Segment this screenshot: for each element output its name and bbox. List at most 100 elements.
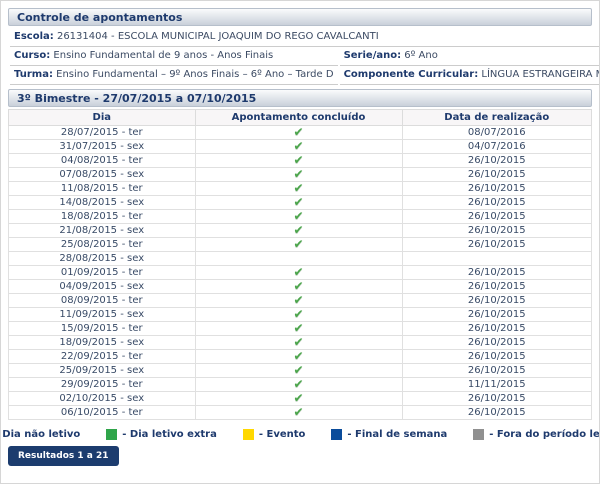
- turma-cell: Turma: Ensino Fundamental – 9º Anos Fina…: [10, 66, 338, 85]
- legend: - Dia não letivo - Dia letivo extra - Ev…: [8, 426, 592, 442]
- table-row: 18/08/2015 - ter ✔ 26/10/2015: [9, 210, 592, 224]
- table-row: 01/09/2015 - ter ✔ 26/10/2015: [9, 266, 592, 280]
- apontamento-concluido-cell: ✔: [195, 308, 402, 322]
- dia-cell: 11/09/2015 - sex: [9, 308, 196, 322]
- data-realizacao-cell: 11/11/2015: [402, 378, 592, 392]
- table-row: 08/09/2015 - ter ✔ 26/10/2015: [9, 294, 592, 308]
- apontamento-concluido-cell: ✔: [195, 196, 402, 210]
- legend-color-swatch-icon: [243, 429, 254, 440]
- apontamento-concluido-cell: ✔: [195, 266, 402, 280]
- apontamento-concluido-cell: ✔: [195, 140, 402, 154]
- table-row: 14/08/2015 - sex ✔ 26/10/2015: [9, 196, 592, 210]
- check-icon: ✔: [293, 279, 303, 293]
- data-realizacao-cell: 26/10/2015: [402, 154, 592, 168]
- column-header-apontamento-concluido: Apontamento concluído: [195, 110, 402, 126]
- results-count-badge: Resultados 1 a 21: [8, 446, 119, 466]
- apontamento-concluido-cell: ✔: [195, 168, 402, 182]
- dia-cell: 06/10/2015 - ter: [9, 406, 196, 420]
- apontamento-concluido-cell: ✔: [195, 378, 402, 392]
- dia-cell: 04/09/2015 - sex: [9, 280, 196, 294]
- info-table: Escola: 26131404 - ESCOLA MUNICIPAL JOAQ…: [8, 28, 600, 85]
- data-realizacao-cell: 26/10/2015: [402, 168, 592, 182]
- apontamento-concluido-cell: ✔: [195, 364, 402, 378]
- apontamento-concluido-cell: ✔: [195, 294, 402, 308]
- check-icon: ✔: [293, 391, 303, 405]
- data-realizacao-cell: 26/10/2015: [402, 350, 592, 364]
- apontamento-concluido-cell: ✔: [195, 182, 402, 196]
- check-icon: ✔: [293, 307, 303, 321]
- legend-item-label: - Final de semana: [347, 429, 447, 440]
- dia-cell: 28/08/2015 - sex: [9, 252, 196, 266]
- column-header-data-realizacao: Data de realização: [402, 110, 592, 126]
- legend-item-label: - Evento: [259, 429, 306, 440]
- check-icon: ✔: [293, 377, 303, 391]
- dia-cell: 15/09/2015 - ter: [9, 322, 196, 336]
- apontamento-concluido-cell: ✔: [195, 210, 402, 224]
- check-icon: ✔: [293, 153, 303, 167]
- data-realizacao-cell: 26/10/2015: [402, 210, 592, 224]
- bimestre-header: 3º Bimestre - 27/07/2015 a 07/10/2015: [8, 89, 592, 107]
- apontamentos-table-body: 28/07/2015 - ter ✔ 08/07/2016 31/07/2015…: [9, 126, 592, 420]
- page-title: Controle de apontamentos: [8, 8, 592, 26]
- check-icon: ✔: [293, 209, 303, 223]
- table-row: 21/08/2015 - sex ✔ 26/10/2015: [9, 224, 592, 238]
- check-icon: ✔: [293, 363, 303, 377]
- column-header-dia: Dia: [9, 110, 196, 126]
- apontamento-concluido-cell: ✔: [195, 406, 402, 420]
- legend-color-swatch-icon: [106, 429, 117, 440]
- check-icon: ✔: [293, 321, 303, 335]
- check-icon: ✔: [293, 181, 303, 195]
- dia-cell: 25/09/2015 - sex: [9, 364, 196, 378]
- table-row: 06/10/2015 - ter ✔ 26/10/2015: [9, 406, 592, 420]
- legend-item-label: - Fora do período letivo: [489, 429, 600, 440]
- data-realizacao-cell: 26/10/2015: [402, 182, 592, 196]
- dia-cell: 08/09/2015 - ter: [9, 294, 196, 308]
- data-realizacao-cell: 26/10/2015: [402, 336, 592, 350]
- data-realizacao-cell: 26/10/2015: [402, 266, 592, 280]
- table-row: 11/09/2015 - sex ✔ 26/10/2015: [9, 308, 592, 322]
- table-row: 22/09/2015 - ter ✔ 26/10/2015: [9, 350, 592, 364]
- table-row: 04/09/2015 - sex ✔ 26/10/2015: [9, 280, 592, 294]
- apontamento-concluido-cell: [195, 252, 402, 266]
- data-realizacao-cell: 26/10/2015: [402, 280, 592, 294]
- dia-cell: 01/09/2015 - ter: [9, 266, 196, 280]
- check-icon: ✔: [293, 265, 303, 279]
- data-realizacao-cell: 26/10/2015: [402, 224, 592, 238]
- table-row: 07/08/2015 - sex ✔ 26/10/2015: [9, 168, 592, 182]
- table-row: 29/09/2015 - ter ✔ 11/11/2015: [9, 378, 592, 392]
- dia-cell: 14/08/2015 - sex: [9, 196, 196, 210]
- apontamento-concluido-cell: ✔: [195, 126, 402, 140]
- info-row-curso: Curso: Ensino Fundamental de 9 anos - An…: [10, 47, 600, 66]
- table-row: 28/07/2015 - ter ✔ 08/07/2016: [9, 126, 592, 140]
- dia-cell: 07/08/2015 - sex: [9, 168, 196, 182]
- serie-ano-value: 6º Ano: [404, 50, 438, 61]
- dia-cell: 02/10/2015 - sex: [9, 392, 196, 406]
- data-realizacao-cell: 26/10/2015: [402, 392, 592, 406]
- turma-value: Ensino Fundamental – 9º Anos Finais – 6º…: [56, 69, 333, 80]
- dia-cell: 18/09/2015 - sex: [9, 336, 196, 350]
- legend-color-swatch-icon: [331, 429, 342, 440]
- apontamento-concluido-cell: ✔: [195, 280, 402, 294]
- legend-item: - Evento: [243, 429, 306, 440]
- check-icon: ✔: [293, 237, 303, 251]
- dia-cell: 11/08/2015 - ter: [9, 182, 196, 196]
- turma-label: Turma:: [14, 69, 53, 80]
- data-realizacao-cell: 26/10/2015: [402, 322, 592, 336]
- dia-cell: 28/07/2015 - ter: [9, 126, 196, 140]
- check-icon: ✔: [293, 195, 303, 209]
- legend-item: - Fora do período letivo: [473, 429, 600, 440]
- dia-cell: 18/08/2015 - ter: [9, 210, 196, 224]
- info-row-turma: Turma: Ensino Fundamental – 9º Anos Fina…: [10, 66, 600, 85]
- legend-item-label: - Dia não letivo: [0, 429, 80, 440]
- data-realizacao-cell: 26/10/2015: [402, 196, 592, 210]
- data-realizacao-cell: [402, 252, 592, 266]
- info-row-escola: Escola: 26131404 - ESCOLA MUNICIPAL JOAQ…: [10, 28, 600, 47]
- apontamento-concluido-cell: ✔: [195, 224, 402, 238]
- data-realizacao-cell: 26/10/2015: [402, 308, 592, 322]
- dia-cell: 04/08/2015 - ter: [9, 154, 196, 168]
- apontamento-concluido-cell: ✔: [195, 238, 402, 252]
- apontamento-concluido-cell: ✔: [195, 392, 402, 406]
- check-icon: ✔: [293, 167, 303, 181]
- apontamento-concluido-cell: ✔: [195, 336, 402, 350]
- componente-curricular-cell: Componente Curricular: LÍNGUA ESTRANGEIR…: [340, 66, 600, 85]
